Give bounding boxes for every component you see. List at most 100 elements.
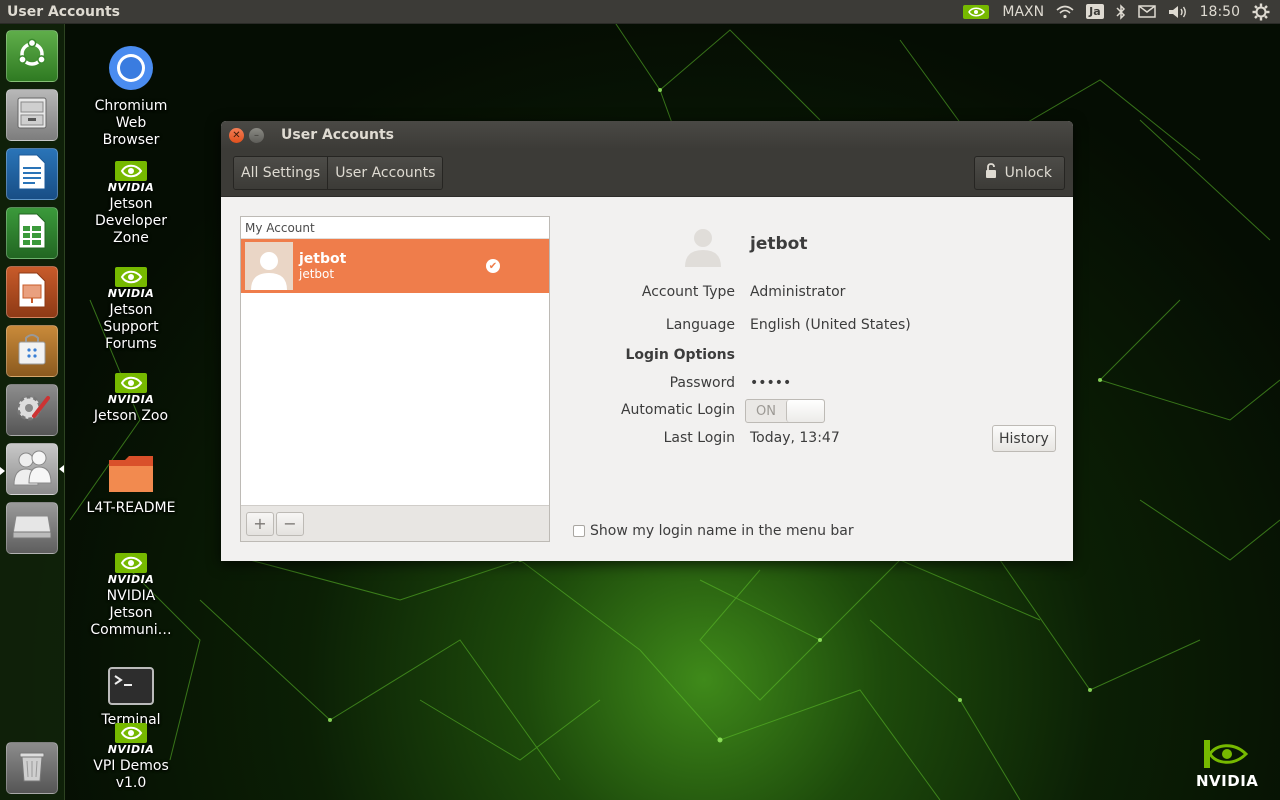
nvidia-logo-icon: NVIDIA bbox=[108, 266, 155, 300]
window-minimize-button[interactable]: – bbox=[249, 127, 264, 143]
account-list-header: My Account bbox=[241, 217, 549, 239]
language-value[interactable]: English (United States) bbox=[750, 317, 911, 333]
breadcrumb-user-accounts[interactable]: User Accounts bbox=[327, 156, 443, 189]
window-close-button[interactable]: ✕ bbox=[229, 127, 244, 143]
account-type-value[interactable]: Administrator bbox=[750, 284, 845, 300]
nvidia-power-mode-icon[interactable] bbox=[962, 2, 990, 22]
toggle-knob bbox=[786, 400, 824, 422]
file-cabinet-icon bbox=[16, 96, 48, 134]
settings-wrench-gear-icon bbox=[12, 388, 52, 432]
nvidia-logo-icon: NVIDIA bbox=[108, 722, 155, 756]
nvidia-logo-icon: NVIDIA bbox=[108, 552, 155, 586]
last-login-value: Today, 13:47 bbox=[750, 430, 840, 446]
chromium-icon bbox=[107, 44, 155, 96]
language-label: Language bbox=[665, 317, 735, 333]
password-label: Password bbox=[669, 375, 735, 391]
account-display-name: jetbot bbox=[299, 251, 347, 267]
nvidia-logo-text: NVIDIA bbox=[107, 393, 155, 406]
trash-icon bbox=[17, 749, 47, 787]
user-silhouette-icon bbox=[685, 229, 721, 267]
account-list: My Account jetbot jetbot ✔ + − bbox=[240, 216, 550, 542]
nvidia-logo-icon: NVIDIA bbox=[108, 160, 155, 194]
calc-spreadsheet-icon bbox=[17, 213, 47, 253]
history-button[interactable]: History bbox=[992, 425, 1056, 452]
account-list-item-selected[interactable]: jetbot jetbot ✔ bbox=[241, 239, 549, 293]
launcher-dash-home[interactable] bbox=[6, 30, 58, 82]
desktop-icon-label: L4T-README bbox=[86, 500, 176, 516]
launcher-ubuntu-software[interactable] bbox=[6, 325, 58, 377]
breadcrumb-all-settings[interactable]: All Settings bbox=[234, 156, 328, 189]
active-app-title: User Accounts bbox=[7, 3, 120, 20]
launcher-trash[interactable] bbox=[6, 742, 58, 794]
desktop-icon-label: Chromium Web Browser bbox=[94, 98, 168, 148]
launcher-focus-indicator bbox=[59, 465, 64, 473]
desktop-icon-jetson-support-forums[interactable]: NVIDIA Jetson Support Forums bbox=[86, 266, 176, 353]
top-panel: User Accounts MAXN Ja 18:50 bbox=[0, 0, 1280, 24]
nvidia-logo-icon: NVIDIA bbox=[108, 372, 155, 406]
writer-document-icon bbox=[17, 154, 47, 194]
nvidia-logo-text: NVIDIA bbox=[107, 287, 155, 300]
launcher-libreoffice-writer[interactable] bbox=[6, 148, 58, 200]
desktop-icon-label: Jetson Developer Zone bbox=[94, 196, 167, 246]
add-user-button[interactable]: + bbox=[246, 511, 274, 536]
remove-user-button[interactable]: − bbox=[276, 511, 304, 536]
power-mode-label[interactable]: MAXN bbox=[1002, 4, 1044, 20]
desktop-icon-label: Jetson Zoo bbox=[93, 408, 169, 424]
show-login-name-checkbox[interactable] bbox=[573, 525, 585, 537]
desktop-icon-jetson-zoo[interactable]: NVIDIA Jetson Zoo bbox=[86, 372, 176, 425]
toggle-on-text: ON bbox=[756, 403, 776, 419]
users-icon bbox=[11, 447, 53, 491]
launcher bbox=[0, 24, 65, 800]
account-username: jetbot bbox=[299, 267, 335, 281]
bluetooth-icon[interactable] bbox=[1116, 2, 1126, 22]
nvidia-logo-text: NVIDIA bbox=[107, 743, 155, 756]
impress-presentation-icon bbox=[17, 272, 47, 312]
mail-icon[interactable] bbox=[1137, 2, 1156, 22]
launcher-files[interactable] bbox=[6, 89, 58, 141]
launcher-libreoffice-impress[interactable] bbox=[6, 266, 58, 318]
automatic-login-label: Automatic Login bbox=[620, 402, 735, 418]
desktop-icon-chromium[interactable]: Chromium Web Browser bbox=[86, 44, 176, 149]
volume-icon[interactable] bbox=[1168, 2, 1188, 22]
launcher-removable-drive[interactable] bbox=[6, 502, 58, 554]
desktop-icon-label: VPI Demos v1.0 bbox=[93, 758, 169, 791]
window-content: My Account jetbot jetbot ✔ + − jetbot Ac… bbox=[221, 197, 1073, 561]
shopping-bag-icon bbox=[16, 332, 48, 370]
window-titlebar[interactable]: ✕ – User Accounts bbox=[221, 121, 1073, 149]
keyboard-layout-indicator[interactable]: Ja bbox=[1086, 2, 1104, 22]
nvidia-eye-icon bbox=[1204, 740, 1249, 768]
desktop-icon-label: NVIDIA Jetson Communi… bbox=[90, 588, 172, 638]
launcher-user-accounts[interactable] bbox=[6, 443, 58, 495]
automatic-login-toggle[interactable]: ON bbox=[745, 399, 825, 423]
account-type-label: Account Type bbox=[641, 284, 735, 300]
breadcrumb: All Settings User Accounts bbox=[233, 155, 444, 190]
clock[interactable]: 18:50 bbox=[1200, 4, 1240, 20]
user-avatar-large[interactable] bbox=[681, 223, 725, 267]
minimize-icon: – bbox=[254, 129, 259, 141]
nvidia-corner-logo: NVIDIA bbox=[1196, 738, 1258, 790]
account-names: jetbot jetbot bbox=[299, 251, 346, 281]
desktop-icon-l4t-readme[interactable]: L4T-README bbox=[86, 454, 176, 517]
wifi-icon[interactable] bbox=[1056, 2, 1074, 22]
account-list-toolbar: + − bbox=[241, 505, 549, 541]
settings-toolbar: All Settings User Accounts Unlock bbox=[221, 149, 1073, 197]
show-login-name-checkbox-row[interactable]: Show my login name in the menu bar bbox=[573, 523, 854, 539]
desktop-icon-jetson-developer-zone[interactable]: NVIDIA Jetson Developer Zone bbox=[86, 160, 176, 247]
avatar bbox=[245, 242, 293, 290]
desktop-icon-vpi-demos[interactable]: NVIDIA VPI Demos v1.0 bbox=[86, 722, 176, 792]
system-gear-icon[interactable] bbox=[1252, 2, 1270, 22]
launcher-system-settings[interactable] bbox=[6, 384, 58, 436]
nvidia-corner-text: NVIDIA bbox=[1196, 772, 1259, 790]
folder-icon bbox=[107, 454, 155, 498]
launcher-libreoffice-calc[interactable] bbox=[6, 207, 58, 259]
nvidia-logo-text: NVIDIA bbox=[107, 573, 155, 586]
user-name-heading[interactable]: jetbot bbox=[750, 234, 807, 254]
unlock-button[interactable]: Unlock bbox=[973, 155, 1065, 190]
desktop-icon-nvidia-jetson-community[interactable]: NVIDIA NVIDIA Jetson Communi… bbox=[86, 552, 176, 639]
lock-icon bbox=[985, 162, 997, 183]
desktop-icon-terminal[interactable]: Terminal bbox=[86, 666, 176, 729]
nvidia-logo-text: NVIDIA bbox=[107, 181, 155, 194]
keyboard-layout-label: Ja bbox=[1086, 4, 1104, 19]
password-value[interactable]: ••••• bbox=[750, 375, 791, 391]
window-title: User Accounts bbox=[281, 127, 394, 143]
